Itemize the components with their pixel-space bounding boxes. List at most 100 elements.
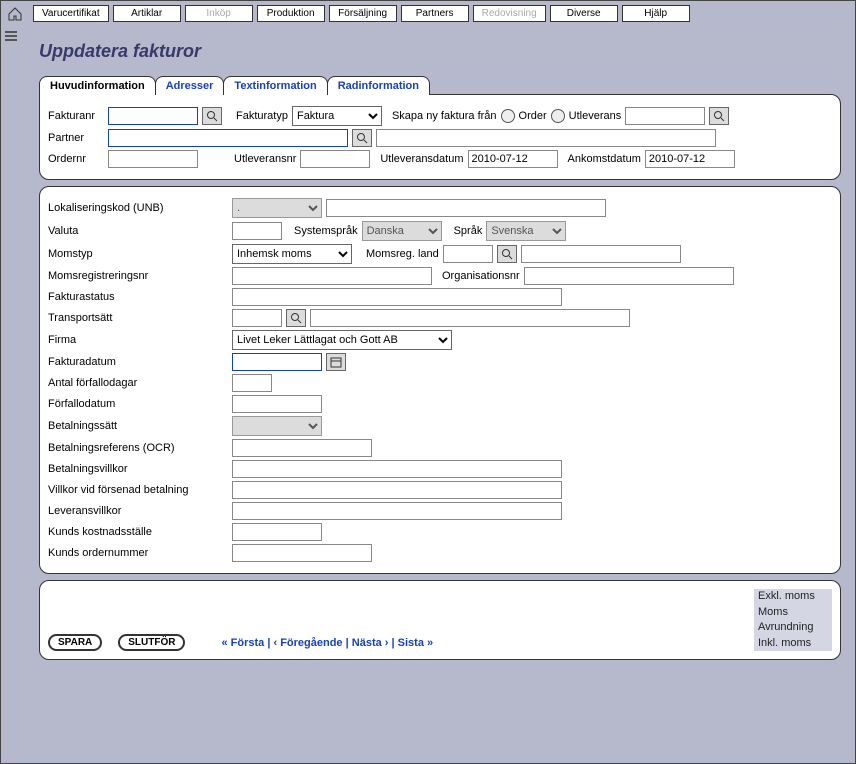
ankomstdatum-display [645,150,735,168]
nav-prev[interactable]: ‹ Föregående [273,637,342,649]
transportsatt-input[interactable] [232,309,282,327]
nav-next[interactable]: Nästa › [352,637,389,649]
header-panel: Fakturanr Fakturatyp Faktura Skapa ny fa… [39,94,841,180]
menu-inkop[interactable]: Inköp [185,5,253,22]
forfallodatum-display [232,395,322,413]
transportsatt-name [310,309,630,327]
utleverans-value [625,107,705,125]
partner-lookup-icon[interactable] [352,129,372,147]
partner-code-input[interactable] [108,129,348,147]
orgnr-label: Organisationsnr [442,270,520,282]
content-area: Uppdatera fakturor Huvudinformation Adre… [39,31,841,753]
ankomstdatum-label: Ankomstdatum [568,153,641,165]
betalningssatt-label: Betalningssätt [48,420,228,432]
app-window: Varucertifikat Artiklar Inköp Produktion… [0,0,856,764]
pager: « Första | ‹ Föregående | Nästa › | Sist… [221,637,433,649]
menu-bar: Varucertifikat Artiklar Inköp Produktion… [33,5,849,22]
antal-forfallodagar-input[interactable] [232,374,272,392]
menu-diverse[interactable]: Diverse [550,5,618,22]
orgnr-display [524,267,734,285]
momsregland-label: Momsreg. land [366,248,439,260]
tab-radinformation[interactable]: Radinformation [327,76,430,95]
transportsatt-lookup-icon[interactable] [286,309,306,327]
momsregland-input[interactable] [443,245,493,263]
transportsatt-label: Transportsätt [48,312,228,324]
firma-select[interactable]: Livet Leker Lättlagat och Gott AB [232,330,452,350]
finish-button[interactable]: SLUTFÖR [118,634,185,651]
systemsprak-label: Systemspråk [294,225,358,237]
menu-partners[interactable]: Partners [401,5,469,22]
valuta-display [232,222,282,240]
ordernr-label: Ordernr [48,153,104,165]
fakturanr-lookup-icon[interactable] [202,107,222,125]
nav-last[interactable]: Sista » [398,637,433,649]
utleveransnr-display [300,150,370,168]
page-title: Uppdatera fakturor [39,41,841,62]
menu-hjalp[interactable]: Hjälp [622,5,690,22]
leveransvillkor-input[interactable] [232,502,562,520]
sprak-label: Språk [454,225,483,237]
kunds-kostnad-input[interactable] [232,523,322,541]
order-label: Order [519,110,547,122]
fakturastatus-label: Fakturastatus [48,291,228,303]
kunds-ordernr-input[interactable] [232,544,372,562]
total-avrundning: Avrundning [754,620,832,635]
betalningsvillkor-input[interactable] [232,460,562,478]
lokaliseringskod-select[interactable]: . [232,198,322,218]
nav-first[interactable]: « Första [221,637,264,649]
utleverans-lookup-icon[interactable] [709,107,729,125]
utleverans-radio[interactable] [551,109,565,123]
momsregland-name [521,245,681,263]
fakturadatum-input[interactable] [232,353,322,371]
top-toolbar: Varucertifikat Artiklar Inköp Produktion… [1,1,855,26]
utleverans-label: Utleverans [569,110,622,122]
total-exkl-moms: Exkl. moms [754,589,832,604]
home-icon[interactable] [7,7,23,21]
fakturanr-label: Fakturanr [48,110,104,122]
utleveransdatum-label: Utleveransdatum [380,153,463,165]
utleveransnr-label: Utleveransnr [234,153,296,165]
partner-name-display [376,129,716,147]
menu-varucertifikat[interactable]: Varucertifikat [33,5,109,22]
momsregland-lookup-icon[interactable] [497,245,517,263]
tab-strip: Huvudinformation Adresser Textinformatio… [39,76,841,95]
kunds-kostnad-label: Kunds kostnadsställe [48,526,228,538]
betalningsref-input[interactable] [232,439,372,457]
betalningsref-label: Betalningsreferens (OCR) [48,442,228,454]
firma-label: Firma [48,334,228,346]
menu-produktion[interactable]: Produktion [257,5,325,22]
menu-redovisning[interactable]: Redovisning [473,5,546,22]
order-radio[interactable] [501,109,515,123]
betalningssatt-select[interactable] [232,416,322,436]
fakturatyp-select[interactable]: Faktura [292,106,382,126]
systemsprak-select: Danska [362,221,442,241]
antal-forfallodagar-label: Antal förfallodagar [48,377,228,389]
calendar-icon[interactable] [326,353,346,371]
valuta-label: Valuta [48,225,228,237]
lokaliseringskod-label: Lokaliseringskod (UNB) [48,202,228,214]
villkor-forsenad-input[interactable] [232,481,562,499]
partner-label: Partner [48,132,104,144]
momsregnr-label: Momsregistreringsnr [48,270,228,282]
momstyp-select[interactable]: Inhemsk moms [232,244,352,264]
kunds-ordernr-label: Kunds ordernummer [48,547,228,559]
save-button[interactable]: SPARA [48,634,102,651]
tab-adresser[interactable]: Adresser [155,76,225,95]
tab-textinformation[interactable]: Textinformation [223,76,327,95]
sidebar-toggle-icon[interactable] [5,29,17,43]
fakturatyp-label: Fakturatyp [236,110,288,122]
utleveransdatum-display [468,150,558,168]
momstyp-label: Momstyp [48,248,228,260]
ordernr-display [108,150,198,168]
total-inkl-moms: Inkl. moms [754,636,832,651]
menu-artiklar[interactable]: Artiklar [113,5,181,22]
villkor-forsenad-label: Villkor vid försenad betalning [48,484,228,496]
footer-panel: SPARA SLUTFÖR « Första | ‹ Föregående | … [39,580,841,660]
menu-forsaljning[interactable]: Försäljning [329,5,397,22]
fakturanr-input[interactable] [108,107,198,125]
leveransvillkor-label: Leveransvillkor [48,505,228,517]
sprak-select: Svenska [486,221,566,241]
forfallodatum-label: Förfallodatum [48,398,228,410]
lokaliseringskod-name [326,199,606,217]
tab-huvudinformation[interactable]: Huvudinformation [39,76,156,95]
